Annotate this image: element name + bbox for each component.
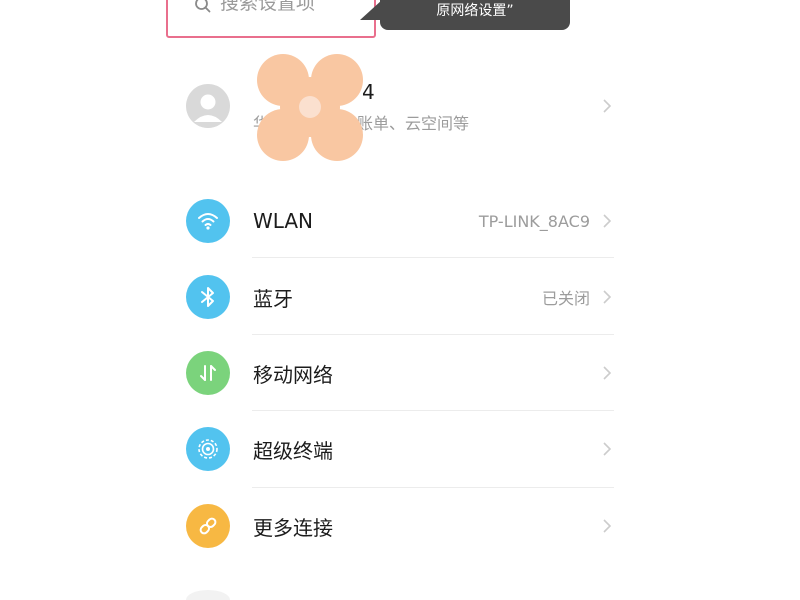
chevron-right-icon (603, 214, 612, 228)
flower-sticker-icon (257, 54, 363, 161)
next-item-icon-partial (186, 590, 230, 600)
search-box[interactable] (174, 0, 368, 30)
search-highlight-frame (166, 0, 376, 38)
divider (252, 257, 614, 258)
user-avatar-icon (186, 84, 230, 128)
settings-item-value: TP-LINK_8AC9 (478, 211, 590, 231)
super-device-icon (186, 427, 230, 471)
divider (252, 334, 614, 335)
bluetooth-icon (186, 275, 230, 319)
settings-item-label: 超级终端 (253, 438, 333, 463)
mobile-data-icon (186, 351, 230, 395)
link-icon (186, 504, 230, 548)
settings-item-label: 蓝牙 (253, 286, 293, 311)
settings-item-label: 更多连接 (253, 515, 333, 540)
settings-item-label: 移动网络 (253, 362, 333, 387)
chevron-right-icon (603, 366, 612, 380)
chevron-right-icon (603, 99, 612, 113)
callout-text: 原网络设置” (436, 3, 514, 19)
tooltip-callout: 原网络设置” (380, 0, 570, 30)
divider (252, 487, 614, 488)
wifi-icon (186, 199, 230, 243)
search-input[interactable] (220, 0, 360, 14)
settings-item-label: WLAN (253, 209, 314, 233)
settings-item-more-connections[interactable]: 更多连接 (186, 501, 616, 551)
divider (252, 410, 614, 411)
settings-item-super-device[interactable]: 超级终端 (186, 424, 616, 474)
settings-item-bluetooth[interactable]: 蓝牙 已关闭 (186, 272, 616, 322)
search-icon (195, 0, 211, 13)
chevron-right-icon (603, 519, 612, 533)
settings-item-wlan[interactable]: WLAN TP-LINK_8AC9 (186, 196, 616, 246)
settings-item-mobile-network[interactable]: 移动网络 (186, 348, 616, 398)
chevron-right-icon (603, 290, 612, 304)
chevron-right-icon (603, 442, 612, 456)
settings-screen: 原网络设置” 4 华款与账单、云空间等 (0, 0, 800, 600)
settings-item-value: 已关闭 (541, 289, 590, 308)
callout-tail (360, 0, 382, 20)
